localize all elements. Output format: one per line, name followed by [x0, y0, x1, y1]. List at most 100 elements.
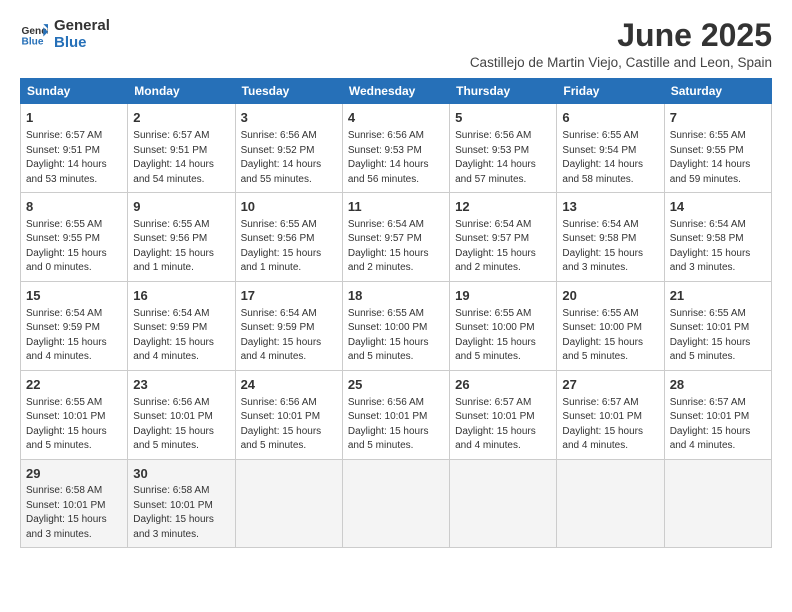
header: General Blue General Blue June 2025 Cast…: [20, 18, 772, 70]
day-number: 5: [455, 109, 551, 128]
day-info: Sunrise: 6:58 AM Sunset: 10:01 PM Daylig…: [133, 484, 229, 542]
day-number: 20: [562, 287, 658, 306]
day-number: 17: [241, 287, 337, 306]
calendar-cell: 7Sunrise: 6:55 AM Sunset: 9:55 PM Daylig…: [664, 104, 771, 193]
day-info: Sunrise: 6:56 AM Sunset: 9:52 PM Dayligh…: [241, 129, 337, 187]
day-info: Sunrise: 6:57 AM Sunset: 9:51 PM Dayligh…: [133, 129, 229, 187]
calendar-cell: 20Sunrise: 6:55 AM Sunset: 10:00 PM Dayl…: [557, 281, 664, 370]
calendar-week-2: 8Sunrise: 6:55 AM Sunset: 9:55 PM Daylig…: [21, 193, 772, 282]
day-info: Sunrise: 6:54 AM Sunset: 9:57 PM Dayligh…: [348, 218, 444, 276]
day-info: Sunrise: 6:54 AM Sunset: 9:59 PM Dayligh…: [26, 307, 122, 365]
calendar-cell: 27Sunrise: 6:57 AM Sunset: 10:01 PM Dayl…: [557, 370, 664, 459]
day-number: 9: [133, 198, 229, 217]
day-info: Sunrise: 6:55 AM Sunset: 10:00 PM Daylig…: [348, 307, 444, 365]
logo: General Blue General Blue: [20, 18, 110, 51]
calendar-cell: 8Sunrise: 6:55 AM Sunset: 9:55 PM Daylig…: [21, 193, 128, 282]
calendar-cell: [235, 459, 342, 548]
day-info: Sunrise: 6:56 AM Sunset: 9:53 PM Dayligh…: [348, 129, 444, 187]
calendar-cell: 21Sunrise: 6:55 AM Sunset: 10:01 PM Dayl…: [664, 281, 771, 370]
day-number: 6: [562, 109, 658, 128]
logo-general: General: [54, 18, 110, 35]
calendar-cell: 14Sunrise: 6:54 AM Sunset: 9:58 PM Dayli…: [664, 193, 771, 282]
day-number: 16: [133, 287, 229, 306]
calendar-cell: [557, 459, 664, 548]
calendar-cell: 11Sunrise: 6:54 AM Sunset: 9:57 PM Dayli…: [342, 193, 449, 282]
calendar-cell: 5Sunrise: 6:56 AM Sunset: 9:53 PM Daylig…: [450, 104, 557, 193]
calendar-cell: [664, 459, 771, 548]
day-number: 22: [26, 376, 122, 395]
day-number: 3: [241, 109, 337, 128]
day-info: Sunrise: 6:55 AM Sunset: 9:55 PM Dayligh…: [26, 218, 122, 276]
day-info: Sunrise: 6:56 AM Sunset: 10:01 PM Daylig…: [241, 396, 337, 454]
calendar-cell: 26Sunrise: 6:57 AM Sunset: 10:01 PM Dayl…: [450, 370, 557, 459]
calendar-cell: 18Sunrise: 6:55 AM Sunset: 10:00 PM Dayl…: [342, 281, 449, 370]
weekday-friday: Friday: [557, 79, 664, 104]
weekday-wednesday: Wednesday: [342, 79, 449, 104]
weekday-monday: Monday: [128, 79, 235, 104]
calendar-cell: 19Sunrise: 6:55 AM Sunset: 10:00 PM Dayl…: [450, 281, 557, 370]
day-info: Sunrise: 6:55 AM Sunset: 9:56 PM Dayligh…: [241, 218, 337, 276]
svg-text:Blue: Blue: [22, 36, 44, 47]
day-number: 28: [670, 376, 766, 395]
day-info: Sunrise: 6:55 AM Sunset: 10:01 PM Daylig…: [26, 396, 122, 454]
calendar-cell: 24Sunrise: 6:56 AM Sunset: 10:01 PM Dayl…: [235, 370, 342, 459]
calendar-week-5: 29Sunrise: 6:58 AM Sunset: 10:01 PM Dayl…: [21, 459, 772, 548]
day-info: Sunrise: 6:54 AM Sunset: 9:59 PM Dayligh…: [241, 307, 337, 365]
day-info: Sunrise: 6:57 AM Sunset: 10:01 PM Daylig…: [562, 396, 658, 454]
day-info: Sunrise: 6:56 AM Sunset: 10:01 PM Daylig…: [133, 396, 229, 454]
calendar-cell: 3Sunrise: 6:56 AM Sunset: 9:52 PM Daylig…: [235, 104, 342, 193]
day-info: Sunrise: 6:56 AM Sunset: 10:01 PM Daylig…: [348, 396, 444, 454]
calendar-cell: 25Sunrise: 6:56 AM Sunset: 10:01 PM Dayl…: [342, 370, 449, 459]
day-info: Sunrise: 6:57 AM Sunset: 10:01 PM Daylig…: [670, 396, 766, 454]
calendar-cell: 10Sunrise: 6:55 AM Sunset: 9:56 PM Dayli…: [235, 193, 342, 282]
day-info: Sunrise: 6:55 AM Sunset: 9:54 PM Dayligh…: [562, 129, 658, 187]
day-number: 10: [241, 198, 337, 217]
day-number: 27: [562, 376, 658, 395]
day-info: Sunrise: 6:55 AM Sunset: 9:56 PM Dayligh…: [133, 218, 229, 276]
calendar-cell: [342, 459, 449, 548]
day-number: 15: [26, 287, 122, 306]
day-info: Sunrise: 6:55 AM Sunset: 10:00 PM Daylig…: [562, 307, 658, 365]
calendar-cell: 2Sunrise: 6:57 AM Sunset: 9:51 PM Daylig…: [128, 104, 235, 193]
day-number: 7: [670, 109, 766, 128]
day-number: 24: [241, 376, 337, 395]
calendar-body: 1Sunrise: 6:57 AM Sunset: 9:51 PM Daylig…: [21, 104, 772, 548]
day-number: 29: [26, 465, 122, 484]
calendar-cell: 1Sunrise: 6:57 AM Sunset: 9:51 PM Daylig…: [21, 104, 128, 193]
day-info: Sunrise: 6:54 AM Sunset: 9:58 PM Dayligh…: [670, 218, 766, 276]
month-title: June 2025: [470, 18, 772, 53]
calendar-cell: 9Sunrise: 6:55 AM Sunset: 9:56 PM Daylig…: [128, 193, 235, 282]
day-number: 14: [670, 198, 766, 217]
calendar-cell: 17Sunrise: 6:54 AM Sunset: 9:59 PM Dayli…: [235, 281, 342, 370]
calendar-cell: [450, 459, 557, 548]
calendar-week-4: 22Sunrise: 6:55 AM Sunset: 10:01 PM Dayl…: [21, 370, 772, 459]
day-number: 2: [133, 109, 229, 128]
day-number: 8: [26, 198, 122, 217]
day-info: Sunrise: 6:54 AM Sunset: 9:57 PM Dayligh…: [455, 218, 551, 276]
day-number: 1: [26, 109, 122, 128]
day-info: Sunrise: 6:54 AM Sunset: 9:59 PM Dayligh…: [133, 307, 229, 365]
calendar-cell: 15Sunrise: 6:54 AM Sunset: 9:59 PM Dayli…: [21, 281, 128, 370]
day-number: 25: [348, 376, 444, 395]
calendar-cell: 29Sunrise: 6:58 AM Sunset: 10:01 PM Dayl…: [21, 459, 128, 548]
day-number: 23: [133, 376, 229, 395]
calendar-week-1: 1Sunrise: 6:57 AM Sunset: 9:51 PM Daylig…: [21, 104, 772, 193]
calendar-table: SundayMondayTuesdayWednesdayThursdayFrid…: [20, 78, 772, 548]
day-info: Sunrise: 6:56 AM Sunset: 9:53 PM Dayligh…: [455, 129, 551, 187]
weekday-saturday: Saturday: [664, 79, 771, 104]
day-number: 26: [455, 376, 551, 395]
calendar-cell: 30Sunrise: 6:58 AM Sunset: 10:01 PM Dayl…: [128, 459, 235, 548]
day-info: Sunrise: 6:58 AM Sunset: 10:01 PM Daylig…: [26, 484, 122, 542]
logo-blue: Blue: [54, 35, 87, 52]
calendar-cell: 22Sunrise: 6:55 AM Sunset: 10:01 PM Dayl…: [21, 370, 128, 459]
weekday-tuesday: Tuesday: [235, 79, 342, 104]
calendar-cell: 4Sunrise: 6:56 AM Sunset: 9:53 PM Daylig…: [342, 104, 449, 193]
weekday-header-row: SundayMondayTuesdayWednesdayThursdayFrid…: [21, 79, 772, 104]
calendar-cell: 23Sunrise: 6:56 AM Sunset: 10:01 PM Dayl…: [128, 370, 235, 459]
day-info: Sunrise: 6:55 AM Sunset: 9:55 PM Dayligh…: [670, 129, 766, 187]
calendar-cell: 16Sunrise: 6:54 AM Sunset: 9:59 PM Dayli…: [128, 281, 235, 370]
day-info: Sunrise: 6:57 AM Sunset: 10:01 PM Daylig…: [455, 396, 551, 454]
weekday-sunday: Sunday: [21, 79, 128, 104]
title-block: June 2025 Castillejo de Martin Viejo, Ca…: [470, 18, 772, 70]
day-info: Sunrise: 6:57 AM Sunset: 9:51 PM Dayligh…: [26, 129, 122, 187]
